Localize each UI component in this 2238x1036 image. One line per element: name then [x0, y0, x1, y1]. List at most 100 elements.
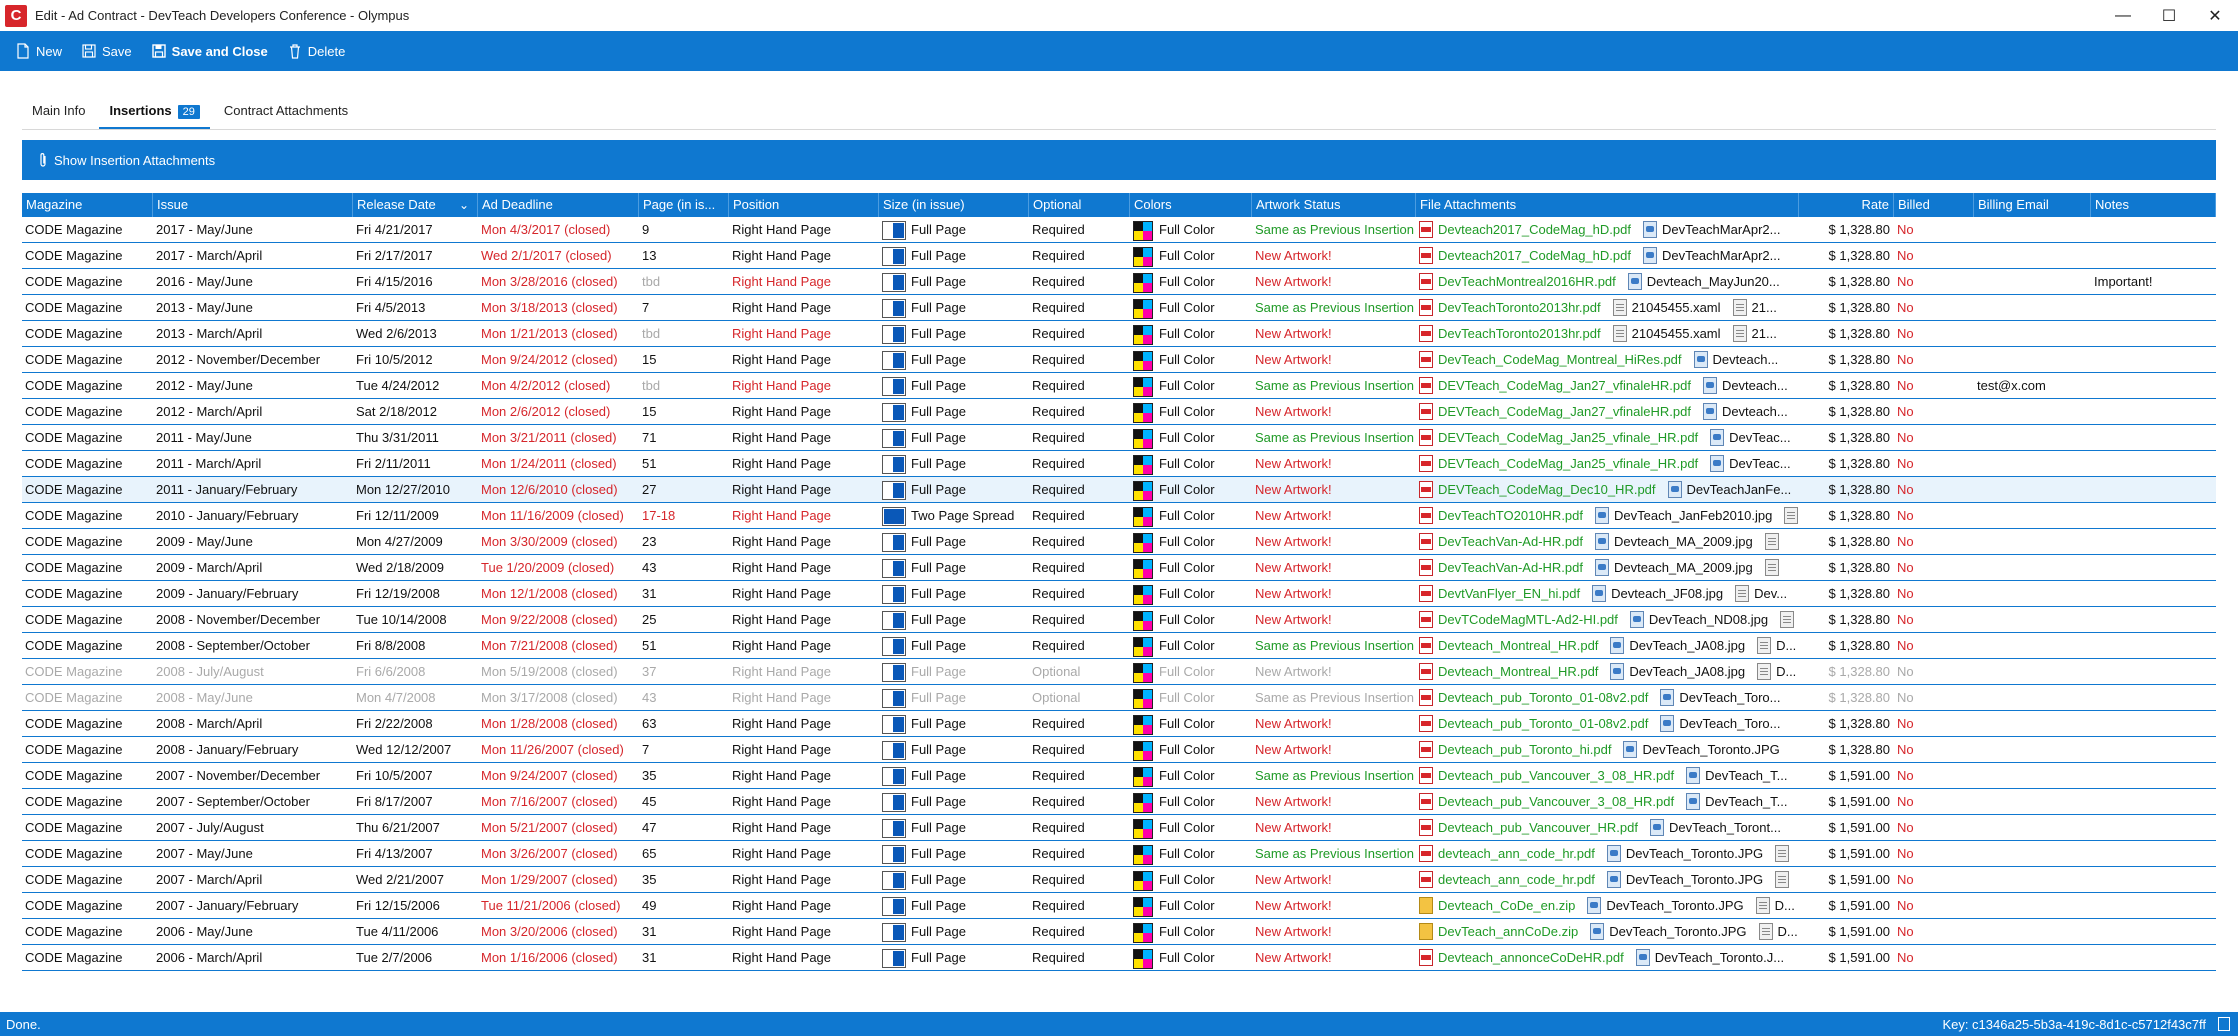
cell-position[interactable]: Right Hand Page: [729, 243, 879, 268]
column-header-magazine[interactable]: Magazine: [22, 193, 153, 217]
cell-billed[interactable]: No: [1894, 529, 1974, 554]
cell-billed[interactable]: No: [1894, 555, 1974, 580]
cell-billed[interactable]: No: [1894, 789, 1974, 814]
attachment-item[interactable]: DevTeachJanFe...: [1667, 477, 1791, 502]
cell-file-attachments[interactable]: Devteach_pub_Vancouver_3_08_HR.pdf DevTea…: [1416, 789, 1799, 814]
cell-position[interactable]: Right Hand Page: [729, 659, 879, 684]
minimize-button[interactable]: —: [2100, 0, 2146, 31]
cell-artwork-status[interactable]: Same as Previous Insertion: [1252, 685, 1416, 710]
cell-page[interactable]: 63: [639, 711, 729, 736]
cell-colors[interactable]: Full Color: [1130, 373, 1252, 398]
cell-notes[interactable]: [2091, 789, 2216, 814]
cell-optional[interactable]: Required: [1029, 737, 1130, 762]
cell-artwork-status[interactable]: New Artwork!: [1252, 711, 1416, 736]
cell-ad-deadline[interactable]: Mon 7/16/2007 (closed): [478, 789, 639, 814]
cell-rate[interactable]: $ 1,328.80: [1799, 737, 1894, 762]
attachment-item[interactable]: DevTeach_JA08.jpg: [1610, 633, 1745, 658]
cell-notes[interactable]: [2091, 945, 2216, 970]
cell-release-date[interactable]: Fri 2/22/2008: [353, 711, 478, 736]
attachment-item[interactable]: [1764, 559, 1784, 576]
cell-issue[interactable]: 2011 - January/February: [153, 477, 353, 502]
cell-release-date[interactable]: Fri 10/5/2007: [353, 763, 478, 788]
cell-artwork-status[interactable]: New Artwork!: [1252, 399, 1416, 424]
cell-magazine[interactable]: CODE Magazine: [22, 919, 153, 944]
cell-file-attachments[interactable]: Devteach_pub_Vancouver_3_08_HR.pdf DevTea…: [1416, 763, 1799, 788]
cell-magazine[interactable]: CODE Magazine: [22, 737, 153, 762]
attachment-item[interactable]: 21...: [1732, 295, 1777, 320]
cell-rate[interactable]: $ 1,328.80: [1799, 269, 1894, 294]
cell-issue[interactable]: 2007 - January/February: [153, 893, 353, 918]
cell-position[interactable]: Right Hand Page: [729, 503, 879, 528]
cell-ad-deadline[interactable]: Mon 9/24/2007 (closed): [478, 763, 639, 788]
cell-optional[interactable]: Required: [1029, 789, 1130, 814]
new-button[interactable]: New: [16, 37, 62, 65]
cell-release-date[interactable]: Fri 12/19/2008: [353, 581, 478, 606]
column-header-artwork-status[interactable]: Artwork Status: [1252, 193, 1416, 217]
cell-billing-email[interactable]: [1974, 503, 2091, 528]
cell-billed[interactable]: No: [1894, 893, 1974, 918]
cell-ad-deadline[interactable]: Mon 3/20/2006 (closed): [478, 919, 639, 944]
column-header-rate[interactable]: Rate: [1799, 193, 1894, 217]
table-row[interactable]: CODE Magazine 2017 - May/June Fri 4/21/201…: [22, 217, 2216, 243]
cell-position[interactable]: Right Hand Page: [729, 893, 879, 918]
cell-billed[interactable]: No: [1894, 503, 1974, 528]
cell-magazine[interactable]: CODE Magazine: [22, 295, 153, 320]
attachment-item[interactable]: DevTeachToronto2013hr.pdf: [1419, 295, 1601, 320]
cell-billed[interactable]: No: [1894, 737, 1974, 762]
cell-position[interactable]: Right Hand Page: [729, 945, 879, 970]
cell-issue[interactable]: 2013 - March/April: [153, 321, 353, 346]
cell-billed[interactable]: No: [1894, 425, 1974, 450]
attachment-item[interactable]: Devteach_Montreal_HR.pdf: [1419, 659, 1598, 684]
cell-release-date[interactable]: Fri 2/17/2017: [353, 243, 478, 268]
cell-billing-email[interactable]: [1974, 763, 2091, 788]
table-row[interactable]: CODE Magazine 2011 - January/February Mon …: [22, 477, 2216, 503]
cell-page[interactable]: 13: [639, 243, 729, 268]
cell-magazine[interactable]: CODE Magazine: [22, 607, 153, 632]
cell-notes[interactable]: [2091, 529, 2216, 554]
save-button[interactable]: Save: [82, 37, 132, 65]
column-header-position[interactable]: Position: [729, 193, 879, 217]
column-header-billing-email[interactable]: Billing Email: [1974, 193, 2091, 217]
attachment-item[interactable]: Devteach_pub_Vancouver_HR.pdf: [1419, 815, 1638, 840]
cell-file-attachments[interactable]: Devteach2017_CodeMag_hD.pdf DevTeachMarAp…: [1416, 243, 1799, 268]
cell-optional[interactable]: Required: [1029, 581, 1130, 606]
cell-page[interactable]: 49: [639, 893, 729, 918]
cell-page[interactable]: 31: [639, 581, 729, 606]
cell-optional[interactable]: Required: [1029, 815, 1130, 840]
attachment-item[interactable]: Devteach...: [1702, 373, 1788, 398]
cell-billing-email[interactable]: [1974, 685, 2091, 710]
table-row[interactable]: CODE Magazine 2016 - May/June Fri 4/15/201…: [22, 269, 2216, 295]
table-row[interactable]: CODE Magazine 2006 - May/June Tue 4/11/200…: [22, 919, 2216, 945]
cell-release-date[interactable]: Fri 8/17/2007: [353, 789, 478, 814]
cell-magazine[interactable]: CODE Magazine: [22, 451, 153, 476]
cell-page[interactable]: 7: [639, 295, 729, 320]
cell-position[interactable]: Right Hand Page: [729, 295, 879, 320]
cell-optional[interactable]: Optional: [1029, 685, 1130, 710]
cell-rate[interactable]: $ 1,328.80: [1799, 503, 1894, 528]
cell-ad-deadline[interactable]: Mon 1/21/2013 (closed): [478, 321, 639, 346]
cell-page[interactable]: 51: [639, 633, 729, 658]
attachment-item[interactable]: Devteach_CoDe_en.zip: [1419, 893, 1575, 918]
cell-page[interactable]: tbd: [639, 373, 729, 398]
cell-issue[interactable]: 2009 - January/February: [153, 581, 353, 606]
cell-ad-deadline[interactable]: Mon 3/28/2016 (closed): [478, 269, 639, 294]
attachment-item[interactable]: Dev...: [1735, 581, 1787, 606]
cell-billing-email[interactable]: [1974, 711, 2091, 736]
cell-artwork-status[interactable]: Same as Previous Insertion: [1252, 763, 1416, 788]
cell-issue[interactable]: 2017 - May/June: [153, 217, 353, 242]
cell-page[interactable]: 31: [639, 945, 729, 970]
cell-notes[interactable]: [2091, 893, 2216, 918]
cell-size[interactable]: Full Page: [879, 347, 1029, 372]
cell-issue[interactable]: 2008 - March/April: [153, 711, 353, 736]
cell-page[interactable]: tbd: [639, 321, 729, 346]
cell-billing-email[interactable]: [1974, 789, 2091, 814]
cell-optional[interactable]: Required: [1029, 503, 1130, 528]
cell-size[interactable]: Full Page: [879, 451, 1029, 476]
cell-issue[interactable]: 2008 - September/October: [153, 633, 353, 658]
cell-notes[interactable]: [2091, 347, 2216, 372]
attachment-item[interactable]: DevTeachMontreal2016HR.pdf: [1419, 269, 1616, 294]
cell-issue[interactable]: 2011 - May/June: [153, 425, 353, 450]
cell-ad-deadline[interactable]: Mon 12/1/2008 (closed): [478, 581, 639, 606]
cell-billing-email[interactable]: [1974, 633, 2091, 658]
cell-colors[interactable]: Full Color: [1130, 945, 1252, 970]
